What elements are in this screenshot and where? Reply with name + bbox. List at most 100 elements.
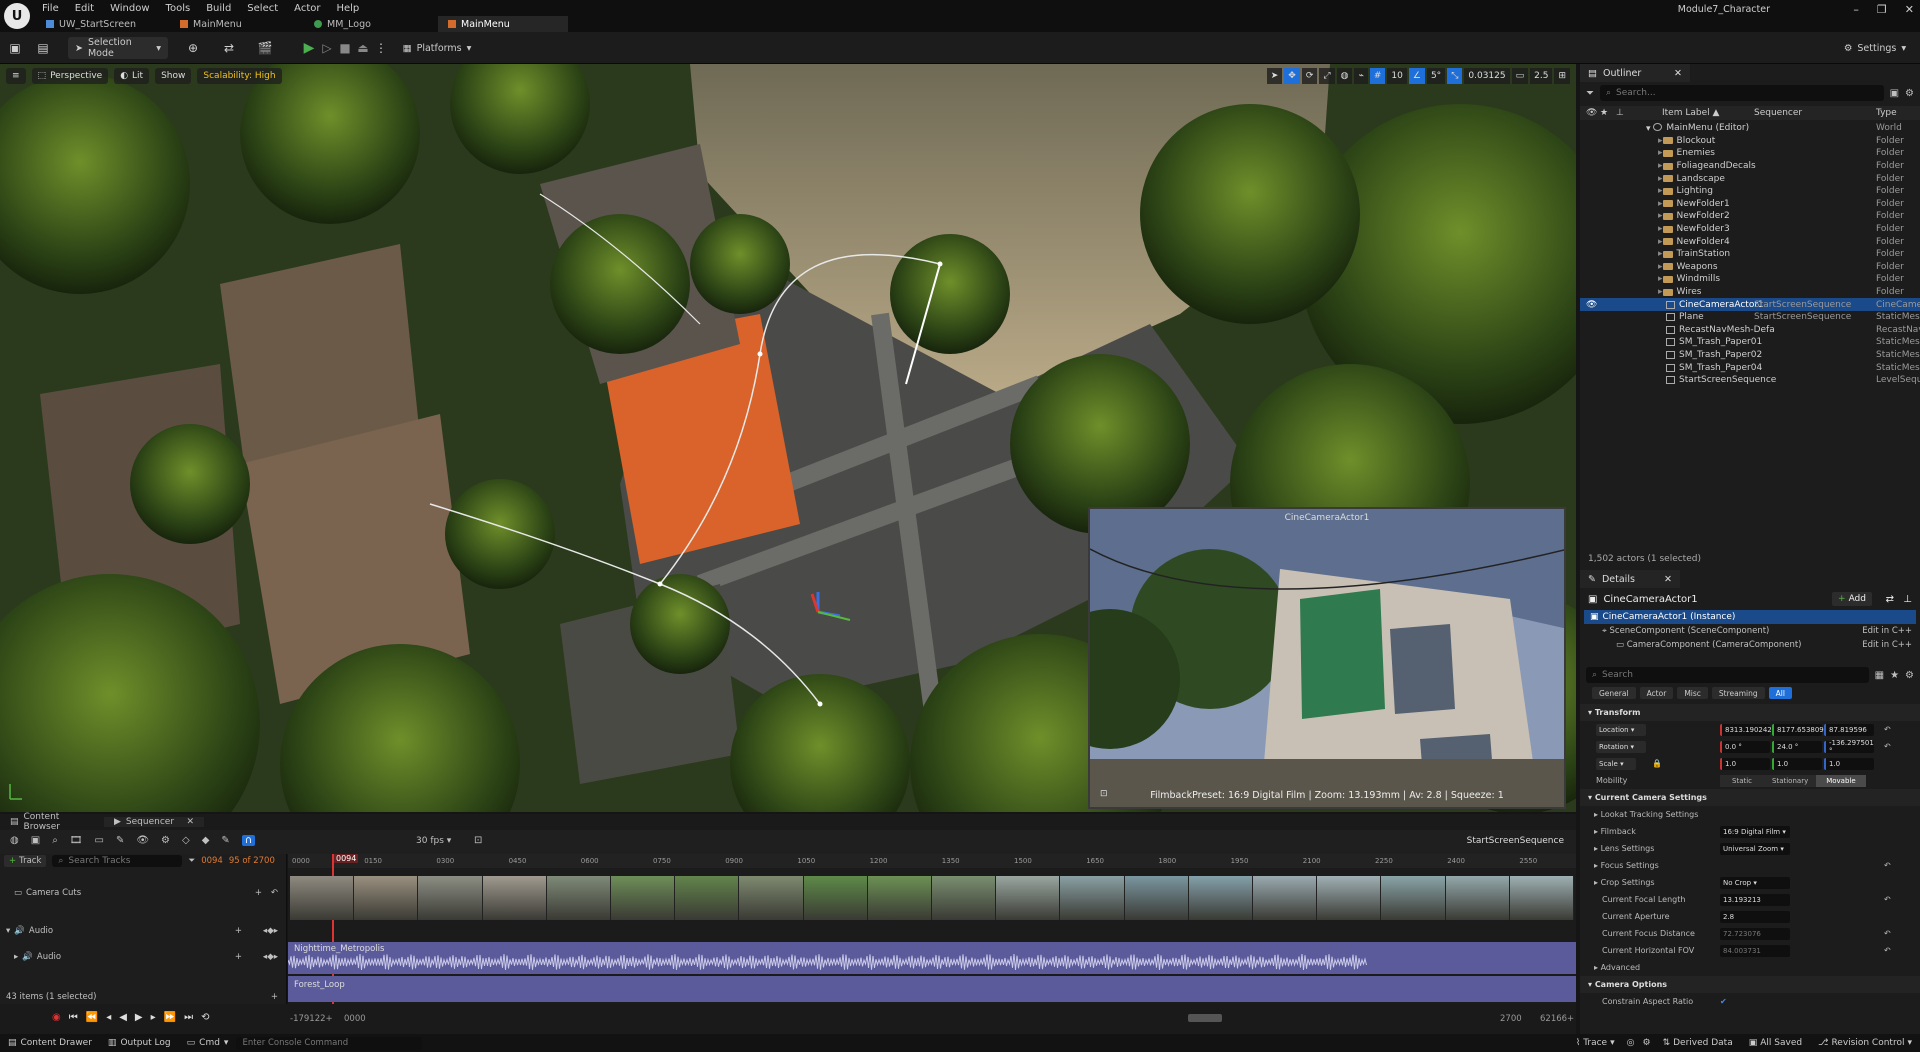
close-icon[interactable]: ✕ xyxy=(1905,3,1914,16)
move-tool-icon[interactable]: ✥ xyxy=(1284,68,1300,84)
add-track-button[interactable]: + Track xyxy=(4,855,47,867)
focal-length-input[interactable]: 13.193213 xyxy=(1720,893,1790,906)
crop-dropdown[interactable]: No Crop ▾ xyxy=(1720,876,1790,889)
add-actor-icon[interactable]: ⊕ xyxy=(186,41,200,55)
sequencer-timeline[interactable]: 0000 0150 0300 0450 0600 0750 0900 1050 1200 1350… xyxy=(288,854,1576,1004)
range-end-frame[interactable]: 62166+ xyxy=(1540,1014,1574,1024)
tree-row-folder[interactable]: ▸ NewFolder4 Folder xyxy=(1580,235,1920,248)
favorite-icon[interactable]: ★ xyxy=(1890,670,1899,681)
filter-icon[interactable]: ⏷ xyxy=(1586,88,1594,99)
tab-details[interactable]: ✎ Details ✕ xyxy=(1580,570,1680,588)
gear-icon[interactable]: ⚙ xyxy=(1905,88,1914,99)
rotation-z[interactable]: -136.297501 ° xyxy=(1824,739,1874,755)
blueprint-icon[interactable]: ⇄ xyxy=(222,41,236,55)
tab-mm-logo[interactable]: MM_Logo xyxy=(304,16,434,32)
menu-window[interactable]: Window xyxy=(110,3,149,14)
location-x[interactable]: 8313.190242 xyxy=(1720,723,1772,736)
menu-help[interactable]: Help xyxy=(336,3,359,14)
audio-clip-nighttime[interactable]: Nighttime_Metropolis xyxy=(288,942,1576,974)
cinematics-icon[interactable]: 🎬 xyxy=(258,41,273,55)
rotate-tool-icon[interactable]: ⟳ xyxy=(1301,68,1318,84)
next-key-icon[interactable]: ⏩ xyxy=(164,1012,176,1023)
component-instance[interactable]: ▣ CineCameraActor1 (Instance) xyxy=(1584,610,1916,624)
all-saved-button[interactable]: ▣ All Saved xyxy=(1741,1038,1810,1048)
location-dropdown[interactable]: Location ▾ xyxy=(1596,723,1646,736)
surface-snap-icon[interactable]: ⌁ xyxy=(1354,68,1368,84)
section-current-camera[interactable]: ▾ Current Camera Settings xyxy=(1580,789,1920,806)
edit-tools-icon[interactable]: ✎ xyxy=(221,835,229,846)
filter-all[interactable]: All xyxy=(1768,687,1792,699)
scale-tool-icon[interactable]: ⤢ xyxy=(1319,68,1335,84)
more-options-icon[interactable]: ⋮ xyxy=(374,41,388,55)
next-frame-icon[interactable]: ▸ xyxy=(151,1012,156,1023)
minimize-icon[interactable]: – xyxy=(1853,3,1859,16)
maximize-viewport-icon[interactable]: ⊞ xyxy=(1554,68,1570,84)
menu-tools[interactable]: Tools xyxy=(166,3,191,14)
world-space-icon[interactable]: ◍ xyxy=(1336,68,1353,84)
range-start[interactable]: -179122+ xyxy=(290,1014,333,1024)
location-y[interactable]: 8177.653809 xyxy=(1772,723,1824,736)
tree-row-actor[interactable]: RecastNavMesh-Defa RecastNav xyxy=(1580,324,1920,337)
section-transform[interactable]: ▾ Transform xyxy=(1580,704,1920,721)
tree-row-folder[interactable]: ▸ Landscape Folder xyxy=(1580,172,1920,185)
playback-options-icon[interactable]: ⚙ xyxy=(161,835,170,846)
record-icon[interactable]: ◉ xyxy=(52,1012,61,1023)
output-log-button[interactable]: ▥ Output Log xyxy=(100,1038,179,1048)
scale-y[interactable]: 1.0 xyxy=(1772,757,1822,770)
play-icon[interactable]: ▶ xyxy=(302,40,316,56)
camera-speed-value[interactable]: 2.5 xyxy=(1530,68,1553,84)
range-end[interactable]: 2700 xyxy=(1500,1014,1522,1024)
tree-row-folder[interactable]: ▸ NewFolder2 Folder xyxy=(1580,210,1920,223)
revision-control-button[interactable]: ⎇ Revision Control ▾ xyxy=(1810,1038,1920,1048)
camera-cut-thumbnails[interactable] xyxy=(290,876,1575,920)
play-reverse-icon[interactable]: ◀ xyxy=(119,1012,127,1023)
reset-icon[interactable]: ↶ xyxy=(1884,725,1891,734)
column-type[interactable]: Type xyxy=(1876,108,1897,118)
tree-row-world[interactable]: ▾ MainMenu (Editor) World xyxy=(1580,122,1920,135)
add-icon[interactable]: + xyxy=(271,992,278,1002)
pin-preview-icon[interactable]: ⊡ xyxy=(1100,789,1108,799)
menu-select[interactable]: Select xyxy=(247,3,278,14)
filter-misc[interactable]: Misc xyxy=(1677,687,1708,699)
scale-x[interactable]: 1.0 xyxy=(1720,757,1770,770)
stop-icon[interactable]: ■ xyxy=(338,41,352,55)
aperture-input[interactable]: 2.8 xyxy=(1720,910,1790,923)
track-camera-cuts[interactable]: ▭ Camera Cuts + ↶ xyxy=(0,868,286,918)
angle-snap-icon[interactable]: ∠ xyxy=(1408,68,1425,84)
tree-row-folder[interactable]: ▸ Wires Folder xyxy=(1580,286,1920,299)
tree-row-folder[interactable]: ▸ NewFolder1 Folder xyxy=(1580,198,1920,211)
tree-row-actor[interactable]: SM_Trash_Paper01StaticMesh xyxy=(1580,336,1920,349)
close-icon[interactable]: ✕ xyxy=(1664,574,1672,585)
snap-icon[interactable]: ∩ xyxy=(241,835,256,846)
save-icon[interactable]: ▣ xyxy=(8,41,22,55)
lock-icon[interactable]: ⊥ xyxy=(1903,594,1912,605)
details-search-input[interactable]: ⌕ Search xyxy=(1586,667,1869,683)
lock-icon[interactable]: ⊥ xyxy=(1616,108,1624,118)
search-tracks-input[interactable]: ⌕ Search Tracks xyxy=(52,855,183,867)
jump-start-icon[interactable]: ⏮ xyxy=(69,1012,78,1023)
content-icon[interactable]: ▤ xyxy=(36,41,50,55)
tree-row-actor[interactable]: StartScreenSequence LevelSequ xyxy=(1580,374,1920,387)
rotation-dropdown[interactable]: Rotation ▾ xyxy=(1596,740,1646,753)
scale-dropdown[interactable]: Scale ▾ xyxy=(1596,757,1636,770)
gear-icon[interactable]: ⚙ xyxy=(1905,670,1914,681)
tab-content-browser[interactable]: ▤ Content Browser xyxy=(0,812,104,832)
lit-button[interactable]: ◐ Lit xyxy=(114,68,150,84)
play-icon[interactable]: ▶ xyxy=(135,1012,143,1023)
filter-actor[interactable]: Actor xyxy=(1639,687,1674,699)
timeline-ruler[interactable]: 0000 0150 0300 0450 0600 0750 0900 1050 1200 1350… xyxy=(288,854,1576,868)
actions-icon[interactable]: ✎ xyxy=(116,835,124,846)
tab-uw-startscreen[interactable]: UW_StartScreen xyxy=(36,16,166,32)
lookat-row[interactable]: ▸ Lookat Tracking Settings xyxy=(1580,806,1920,823)
edit-cpp-link[interactable]: Edit in C++ xyxy=(1862,640,1912,650)
render-icon[interactable]: 🎞 xyxy=(70,835,83,846)
tree-row-actor[interactable]: 👁 CineCameraActor1 StartScreenSequence Cine… xyxy=(1580,298,1920,311)
curve-editor-icon[interactable]: ⊡ xyxy=(474,835,482,846)
audio-clip-forest[interactable]: Forest_Loop xyxy=(288,976,1576,1002)
tree-row-folder[interactable]: ▸ Windmills Folder xyxy=(1580,273,1920,286)
filmback-dropdown[interactable]: 16:9 Digital Film ▾ xyxy=(1720,825,1790,838)
mobility-static[interactable]: Static xyxy=(1720,774,1765,787)
tab-outliner[interactable]: ▤ Outliner ✕ xyxy=(1580,64,1690,82)
camera-icon[interactable]: ▭ xyxy=(95,835,104,846)
column-item-label[interactable]: Item Label ▲ xyxy=(1662,108,1719,118)
